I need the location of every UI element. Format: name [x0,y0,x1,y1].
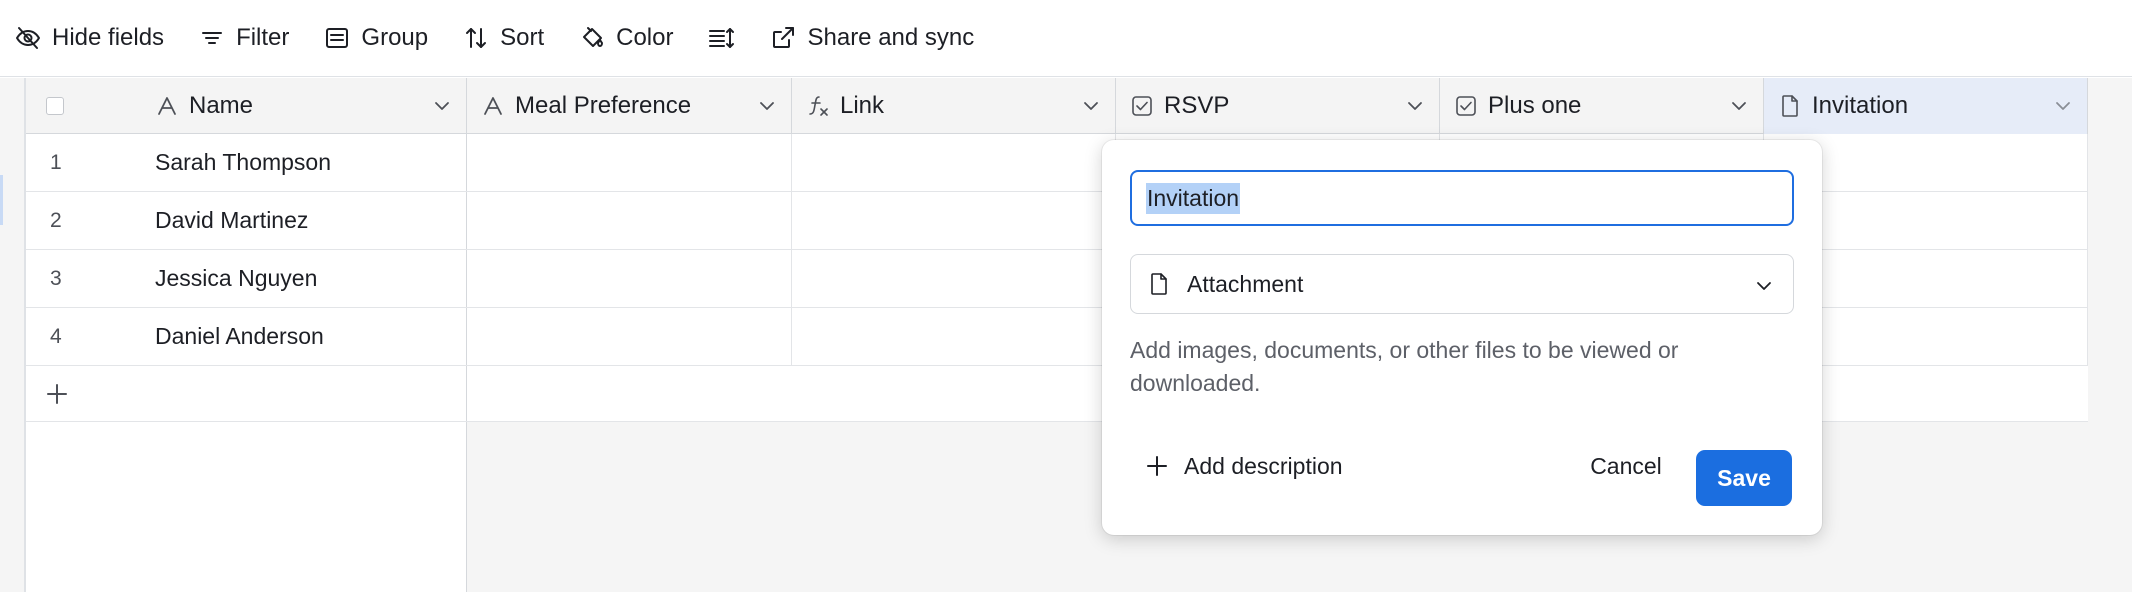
group-label: Group [361,24,429,51]
filter-label: Filter [236,24,290,51]
row-number: 1 [26,134,155,191]
view-toolbar: Hide fields Filter Group Sort Color Shar… [0,0,2132,77]
sidebar-selection-accent [0,175,3,225]
name-cell[interactable]: Daniel Anderson [155,308,467,365]
eye-slash-icon [16,27,40,49]
link-cell[interactable] [792,308,1116,365]
checkbox-icon [1132,96,1152,116]
column-header-row: Name Meal Preference Link RSVP Plus one … [26,78,2088,134]
sort-button[interactable]: Sort [452,16,554,60]
meal-preference-cell[interactable] [467,192,792,249]
name-cell[interactable]: David Martinez [155,192,467,249]
paint-bucket-icon [583,27,604,47]
color-button[interactable]: Color [568,16,683,60]
name-cell[interactable]: Sarah Thompson [155,134,467,191]
color-label: Color [616,24,674,51]
meal-preference-cell[interactable] [467,308,792,365]
share-sync-label: Share and sync [807,24,975,51]
cancel-button[interactable]: Cancel [1572,446,1680,486]
add-description-label: Add description [1184,452,1343,479]
plus-icon [1147,456,1167,476]
field-name-input[interactable]: Invitation [1130,170,1794,226]
text-a-icon [484,97,502,115]
meal-preference-cell[interactable] [467,250,792,307]
row-number: 2 [26,192,155,249]
add-record-button[interactable] [26,366,467,421]
formula-icon [809,96,828,116]
column-header-name[interactable]: Name [155,78,467,134]
link-cell[interactable] [792,134,1116,191]
hide-fields-button[interactable]: Hide fields [4,16,174,60]
column-label: RSVP [1164,92,1230,119]
name-cell[interactable]: Jessica Nguyen [155,250,467,307]
select-all-checkbox[interactable] [46,97,64,115]
sort-arrows-icon [466,28,487,48]
field-config-popup: Invitation Attachment Add images, docume… [1102,140,1822,535]
chevron-down-icon[interactable] [2053,96,2073,116]
row-height-icon [709,28,735,48]
save-button[interactable]: Save [1696,450,1792,506]
document-icon [1151,273,1167,295]
chevron-down-icon[interactable] [757,96,777,116]
text-a-icon [158,97,176,115]
column-header-invitation[interactable]: Invitation [1764,78,2088,134]
field-name-selected-text[interactable]: Invitation [1146,182,1241,214]
field-type-label: Attachment [1187,270,1304,297]
hide-fields-label: Hide fields [52,24,165,51]
sort-label: Sort [500,24,545,51]
filter-icon [202,32,223,44]
chevron-down-icon[interactable] [1405,96,1425,116]
column-label: Meal Preference [515,92,692,119]
meal-preference-cell[interactable] [467,134,792,191]
column-header-plus-one[interactable]: Plus one [1440,78,1764,134]
link-cell[interactable] [792,250,1116,307]
add-description-button[interactable]: Add description [1144,446,1343,486]
chevron-down-icon [1757,282,1771,290]
column-label: Plus one [1488,92,1582,119]
chevron-down-icon[interactable] [1081,96,1101,116]
group-button[interactable]: Group [313,16,438,60]
document-icon [1782,95,1798,117]
select-all-cell[interactable] [26,78,155,134]
chevron-down-icon[interactable] [1729,96,1749,116]
row-height-button[interactable] [697,16,745,60]
plus-icon [47,383,67,404]
row-number: 4 [26,308,155,365]
chevron-down-icon[interactable] [432,96,452,116]
share-sync-button[interactable]: Share and sync [759,16,984,60]
column-header-link[interactable]: Link [792,78,1116,134]
filter-button[interactable]: Filter [188,16,299,60]
column-label: Invitation [1812,92,1909,119]
row-number: 3 [26,250,155,307]
column-header-rsvp[interactable]: RSVP [1116,78,1440,134]
column-label: Link [840,92,885,119]
link-cell[interactable] [792,192,1116,249]
checkbox-icon [1456,96,1476,116]
external-link-icon [773,27,795,48]
column-header-meal-preference[interactable]: Meal Preference [467,78,792,134]
group-icon [326,28,349,48]
field-type-select[interactable]: Attachment [1130,254,1794,314]
field-type-description: Add images, documents, or other files to… [1130,337,1679,396]
column-label: Name [189,92,254,119]
